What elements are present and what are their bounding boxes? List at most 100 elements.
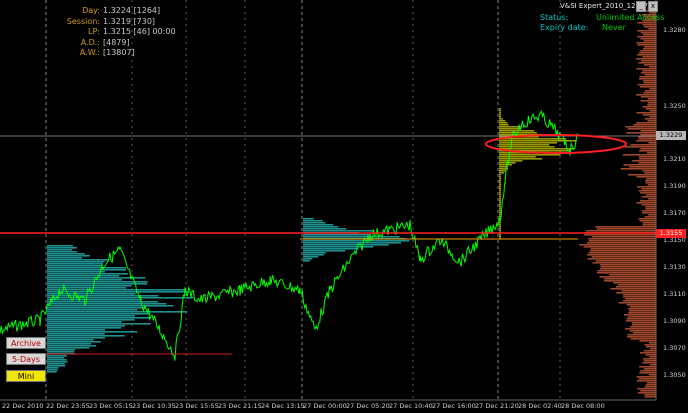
profile-bar xyxy=(640,38,656,40)
price-tick: 1.3050 xyxy=(663,371,686,379)
profile-bar xyxy=(47,359,67,361)
profile-bar xyxy=(648,374,656,376)
profile-bar xyxy=(499,108,501,110)
profile-bar xyxy=(640,130,656,132)
profile-bar xyxy=(47,361,68,363)
profile-bar xyxy=(628,310,656,312)
price-chart[interactable] xyxy=(0,0,688,413)
profile-bar xyxy=(640,148,656,150)
info-label: Session: xyxy=(66,16,100,26)
profile-bar xyxy=(632,160,656,162)
profile-bar xyxy=(47,341,101,343)
profile-bar xyxy=(616,292,656,294)
profile-bar xyxy=(626,318,656,320)
chart-window[interactable]: { "window": { "title": "V&SI Expert_2010… xyxy=(0,0,688,413)
profile-bar xyxy=(47,333,105,335)
price-tick: 1.3280 xyxy=(663,26,686,34)
profile-bar xyxy=(499,174,502,176)
profile-bar xyxy=(303,254,324,256)
price-tick: 1.3210 xyxy=(663,155,686,163)
profile-bar xyxy=(583,246,656,248)
profile-bar xyxy=(499,236,501,238)
profile-bar xyxy=(592,262,656,264)
profile-bar xyxy=(637,84,656,86)
profile-bar xyxy=(648,198,656,200)
profile-bar xyxy=(600,266,656,268)
profile-bar xyxy=(47,345,97,347)
profile-bar xyxy=(644,46,656,48)
close-button[interactable]: x xyxy=(648,1,658,12)
info-value: [13807] xyxy=(103,48,135,57)
profile-bar xyxy=(638,190,656,192)
profile-bar xyxy=(639,220,656,222)
profile-bar xyxy=(499,124,509,126)
profile-bar xyxy=(642,222,656,224)
profile-bar xyxy=(646,346,656,348)
profile-bar xyxy=(499,154,561,156)
five-days-button[interactable]: 5-Days xyxy=(6,353,46,365)
profile-bar xyxy=(47,285,132,287)
profile-bar xyxy=(499,182,501,184)
profile-bar xyxy=(622,300,656,302)
profile-bar xyxy=(303,224,334,226)
profile-bar xyxy=(303,226,339,228)
profile-bar xyxy=(645,180,656,182)
profile-bar xyxy=(499,116,501,118)
profile-bar xyxy=(640,192,656,194)
profile-bar xyxy=(47,273,129,275)
archive-button[interactable]: Archive xyxy=(6,337,46,349)
profile-bar xyxy=(585,230,656,232)
profile-bar xyxy=(583,234,656,236)
profile-bar xyxy=(629,306,656,308)
profile-bar xyxy=(623,294,656,296)
profile-bar xyxy=(641,204,656,206)
profile-bar xyxy=(618,302,656,304)
profile-bar xyxy=(303,218,314,220)
profile-bar xyxy=(604,280,656,282)
status-value: Unlimited Access xyxy=(596,13,665,22)
profile-bar xyxy=(636,376,656,378)
profile-bar xyxy=(499,222,501,224)
time-tick: 27 Dec 05:20 xyxy=(346,402,390,410)
profile-bar xyxy=(47,247,78,249)
profile-bar xyxy=(499,170,507,172)
profile-bar xyxy=(47,337,106,339)
mini-button[interactable]: Mini xyxy=(6,370,46,382)
profile-bar xyxy=(643,82,656,84)
profile-bar xyxy=(636,112,656,114)
profile-bar xyxy=(499,184,501,186)
profile-bar xyxy=(47,335,125,337)
profile-bar xyxy=(588,240,656,242)
minimize-button[interactable]: _ xyxy=(636,1,646,12)
profile-bar xyxy=(499,194,501,196)
time-tick: 23 Dec 21:15 xyxy=(218,402,262,410)
profile-bar xyxy=(499,234,501,236)
profile-bar xyxy=(640,134,656,136)
profile-bar xyxy=(47,317,151,319)
info-value: [4879] xyxy=(103,37,130,47)
profile-bar xyxy=(499,196,501,198)
profile-bar xyxy=(499,180,501,182)
info-row-session: Session: 1.3219 [730] xyxy=(40,17,176,28)
profile-bar xyxy=(645,354,656,356)
profile-bar xyxy=(639,340,656,342)
time-tick: 23 Dec 15:55 xyxy=(175,402,219,410)
profile-bar xyxy=(499,198,501,200)
profile-bar xyxy=(499,206,501,208)
profile-bar xyxy=(648,142,656,144)
profile-bar xyxy=(592,236,656,238)
profile-bar xyxy=(627,336,656,338)
profile-bar xyxy=(599,276,656,278)
profile-bar xyxy=(303,228,347,230)
profile-bar xyxy=(623,314,656,316)
profile-bar xyxy=(47,289,185,291)
profile-bar xyxy=(625,126,656,128)
info-row-aw: A.W.: [13807] xyxy=(40,48,176,59)
profile-bar xyxy=(623,164,656,166)
profile-bar xyxy=(642,224,656,226)
profile-bar xyxy=(499,112,501,114)
profile-bar xyxy=(644,118,656,120)
profile-bar xyxy=(646,178,656,180)
profile-bar xyxy=(590,248,656,250)
profile-bar xyxy=(646,194,656,196)
